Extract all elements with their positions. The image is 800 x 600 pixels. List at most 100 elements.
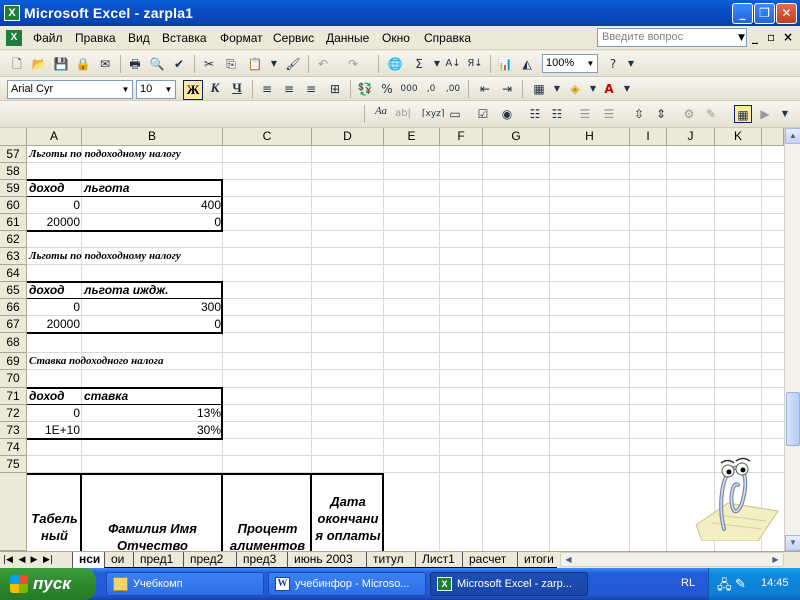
font-name-select[interactable]: Arial Cyr ▼ xyxy=(7,80,133,99)
block2-row1-income[interactable]: 0 xyxy=(27,299,82,316)
increase-indent-icon[interactable]: ⇥ xyxy=(498,80,516,98)
cut-icon[interactable]: ✂ xyxy=(200,55,218,73)
block2-header-value[interactable]: льгота иждж. xyxy=(82,282,170,299)
row-header-70[interactable]: 70 xyxy=(0,370,27,388)
block3-row1-value[interactable]: 13% xyxy=(82,405,223,422)
scroll-bar-icon[interactable]: ⇳ xyxy=(630,105,648,123)
row-header-64[interactable]: 64 xyxy=(0,265,27,282)
scroll-down-icon[interactable]: ▼ xyxy=(785,535,800,551)
undo-icon[interactable]: ↶ xyxy=(314,55,332,73)
column-header-f[interactable]: F xyxy=(440,128,483,146)
row-header-74[interactable]: 74 xyxy=(0,439,27,456)
excel-app-icon[interactable]: X xyxy=(4,5,20,21)
help-icon[interactable]: ? xyxy=(604,55,622,73)
row-header-69[interactable]: 69 xyxy=(0,353,27,370)
office-assistant-clippy[interactable] xyxy=(688,445,780,541)
row-header-60[interactable]: 60 xyxy=(0,197,27,214)
format-painter-icon[interactable]: 🖌 xyxy=(284,55,302,73)
increase-decimal-icon[interactable]: ,0 xyxy=(422,80,440,98)
column-header-j[interactable]: J xyxy=(667,128,715,146)
minimize-button[interactable]: _ xyxy=(732,3,753,24)
open-icon[interactable]: 📂 xyxy=(30,55,48,73)
block2-row2-income[interactable]: 20000 xyxy=(27,316,82,333)
sheet-tab[interactable]: Лист1 xyxy=(415,552,462,568)
align-center-icon[interactable]: ≡ xyxy=(280,80,298,98)
control-properties-icon[interactable]: ⚙ xyxy=(680,105,698,123)
button-control-icon[interactable]: ▭ xyxy=(446,105,464,123)
table-header-end-date[interactable]: Дата окончани я оплаты xyxy=(312,493,384,544)
language-indicator[interactable]: RL xyxy=(681,577,695,589)
task-excel[interactable]: X Microsoft Excel - zarp... xyxy=(430,572,588,596)
mail-icon[interactable]: ✉ xyxy=(96,55,114,73)
select-all-corner[interactable] xyxy=(0,128,27,146)
spelling-icon[interactable]: ✔ xyxy=(170,55,188,73)
new-icon[interactable]: 🗋 xyxy=(8,55,26,73)
block3-title-cell[interactable]: Ставка подоходного налога xyxy=(27,353,166,370)
last-sheet-icon[interactable]: ▶| xyxy=(42,553,54,567)
forms-options-icon[interactable]: ▼ xyxy=(776,105,794,123)
block3-row1-income[interactable]: 0 xyxy=(27,405,82,422)
option-button-icon[interactable]: ◉ xyxy=(498,105,516,123)
menu-window[interactable]: Окно xyxy=(382,31,410,45)
spinner-icon[interactable]: ⇕ xyxy=(652,105,670,123)
scroll-right-icon[interactable]: ▶ xyxy=(768,553,783,566)
first-sheet-icon[interactable]: |◀ xyxy=(2,553,14,567)
currency-icon[interactable]: 💱 xyxy=(356,80,374,98)
block2-row1-value[interactable]: 300 xyxy=(82,299,223,316)
column-header-g[interactable]: G xyxy=(483,128,550,146)
redo-icon[interactable]: ↷ xyxy=(344,55,362,73)
row-header-58[interactable]: 58 xyxy=(0,163,27,180)
column-header-next[interactable] xyxy=(762,128,784,146)
workbook-icon[interactable]: X xyxy=(6,30,22,46)
align-right-icon[interactable]: ≡ xyxy=(302,80,320,98)
italic-button[interactable]: К xyxy=(206,80,224,98)
menu-insert[interactable]: Вставка xyxy=(162,31,207,45)
menu-help[interactable]: Справка xyxy=(424,31,471,45)
font-color-icon[interactable]: A xyxy=(600,80,618,98)
paste-dropdown-icon[interactable]: ▼ xyxy=(265,55,283,73)
row-header-65[interactable]: 65 xyxy=(0,282,27,299)
menu-format[interactable]: Формат xyxy=(220,31,263,45)
scroll-up-icon[interactable]: ▲ xyxy=(785,128,800,144)
row-header-67[interactable]: 67 xyxy=(0,316,27,333)
combo-list-edit-icon[interactable]: ☰ xyxy=(576,105,594,123)
task-word-document[interactable]: W учебинфор - Microso... xyxy=(268,572,426,596)
toggle-grid-icon[interactable]: ▦ xyxy=(734,105,752,123)
column-header-i[interactable]: I xyxy=(630,128,667,146)
checkbox-control-icon[interactable]: ☑ xyxy=(474,105,492,123)
help-dropdown-icon[interactable]: ▼ xyxy=(738,33,745,43)
block3-header-value[interactable]: ставка xyxy=(82,388,130,405)
sheet-tab[interactable]: итоги xyxy=(517,552,557,568)
table-header-tabel[interactable]: Табель ный xyxy=(27,510,82,544)
menu-data[interactable]: Данные xyxy=(326,31,369,45)
block1-header-value[interactable]: льгота xyxy=(82,180,131,197)
row-header-73[interactable]: 73 xyxy=(0,422,27,439)
block1-row1-value[interactable]: 400 xyxy=(82,197,223,214)
merge-center-icon[interactable]: ⊞ xyxy=(326,80,344,98)
tray-app-icon[interactable]: ✎ xyxy=(735,576,746,592)
block1-row1-income[interactable]: 0 xyxy=(27,197,82,214)
next-sheet-icon[interactable]: ▶ xyxy=(28,553,40,567)
paste-icon[interactable]: 📋 xyxy=(246,55,264,73)
row-header-75[interactable]: 75 xyxy=(0,456,27,473)
block3-row2-value[interactable]: 30% xyxy=(82,422,223,439)
menu-file[interactable]: Файл xyxy=(33,31,63,45)
borders-dropdown-icon[interactable]: ▼ xyxy=(548,80,566,98)
edit-code-icon[interactable]: ✎ xyxy=(702,105,720,123)
bold-button[interactable]: Ж xyxy=(183,80,203,100)
sort-descending-icon[interactable]: Я↓ xyxy=(466,55,484,73)
sheet-tab[interactable]: июнь 2003 xyxy=(287,552,366,568)
font-name-dropdown-icon[interactable]: ▼ xyxy=(119,81,132,98)
block3-header-income[interactable]: доход xyxy=(27,388,67,405)
doc-close-button[interactable]: × xyxy=(783,30,793,44)
table-header-alimony[interactable]: Процент алиментов xyxy=(223,520,312,551)
row-header-61[interactable]: 61 xyxy=(0,214,27,231)
vertical-scroll-thumb[interactable] xyxy=(786,392,800,446)
block2-header-income[interactable]: доход xyxy=(27,282,67,299)
block1-row2-value[interactable]: 0 xyxy=(82,214,223,231)
doc-restore-button[interactable]: ▫ xyxy=(767,30,775,44)
column-header-e[interactable]: E xyxy=(384,128,440,146)
copy-icon[interactable]: ⎘ xyxy=(222,55,240,73)
row-header-62[interactable]: 62 xyxy=(0,231,27,248)
hyperlink-icon[interactable]: 🌐 xyxy=(386,55,404,73)
